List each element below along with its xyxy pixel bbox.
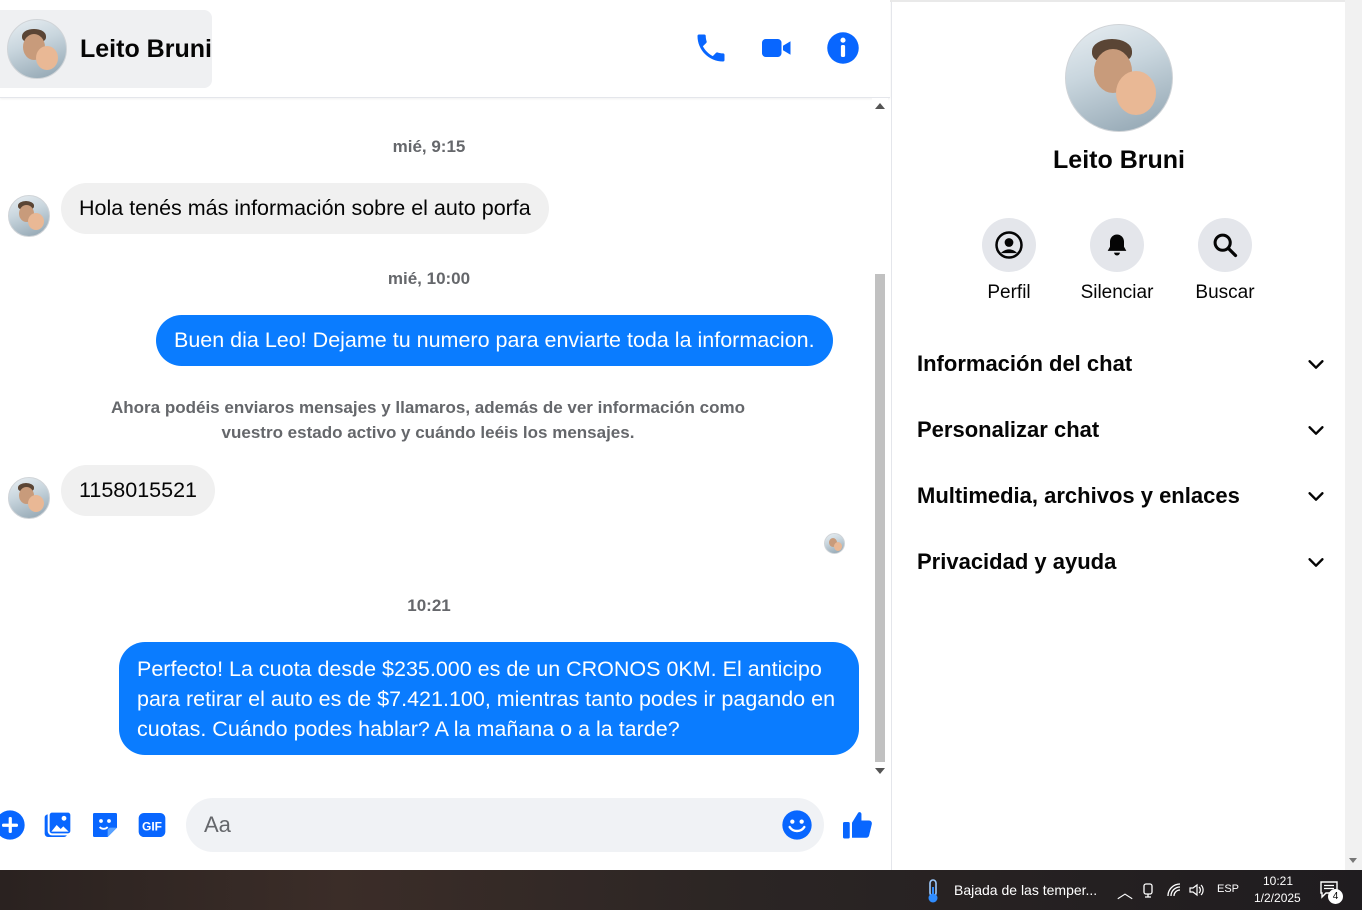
meet-icon[interactable] <box>1142 882 1156 898</box>
action-label: Perfil <box>987 282 1031 303</box>
clock-date[interactable]: 1/2/2025 <box>1254 891 1301 905</box>
search-icon <box>1213 233 1238 258</box>
section-privacy-help[interactable]: Privacidad y ayuda <box>917 542 1327 582</box>
phone-icon[interactable] <box>693 30 729 66</box>
outgoing-message[interactable]: Perfecto! La cuota desde $235.000 es de … <box>119 642 859 755</box>
mute-button[interactable]: Silenciar <box>1057 218 1177 304</box>
taskbar: Bajada de las temper... ︿ ESP 10:21 1/2/… <box>0 870 1362 910</box>
video-icon[interactable] <box>759 30 795 66</box>
composer: GIF <box>0 785 890 870</box>
notification-badge: 4 <box>1328 889 1343 904</box>
chevron-down-icon <box>1308 426 1324 435</box>
section-title: Información del chat <box>917 351 1133 376</box>
page-scrollbar[interactable] <box>1345 0 1362 870</box>
section-title: Personalizar chat <box>917 417 1100 442</box>
system-note: Ahora podéis enviaros mensajes y llamaro… <box>111 398 745 442</box>
message-input[interactable] <box>186 798 824 852</box>
message-list[interactable]: mié, 9:15 Hola tenés más información sob… <box>0 98 870 780</box>
chevron-down-icon <box>1308 558 1324 567</box>
gif-icon[interactable]: GIF <box>136 809 168 841</box>
language-indicator[interactable]: ESP <box>1217 883 1239 895</box>
thermometer-icon[interactable] <box>924 878 942 904</box>
chevron-down-icon <box>1308 492 1324 501</box>
svg-text:GIF: GIF <box>142 819 162 833</box>
volume-icon[interactable] <box>1188 882 1206 898</box>
plus-icon[interactable] <box>0 809 26 841</box>
section-customize-chat[interactable]: Personalizar chat <box>917 410 1327 450</box>
action-label: Silenciar <box>1080 282 1154 303</box>
chat-details-panel: Leito Bruni Perfil Silenciar Buscar Info… <box>891 2 1346 870</box>
weather-text[interactable]: Bajada de las temper... <box>954 882 1097 898</box>
scrollbar[interactable] <box>872 98 888 780</box>
avatar <box>8 195 50 237</box>
avatar[interactable] <box>7 19 67 79</box>
bell-icon <box>1107 234 1127 256</box>
contact-chip[interactable]: Leito Bruni <box>0 10 212 88</box>
chevron-up-icon[interactable]: ︿ <box>1117 879 1133 903</box>
section-chat-info[interactable]: Información del chat <box>917 344 1327 384</box>
incoming-message[interactable]: Hola tenés más información sobre el auto… <box>61 183 549 234</box>
outgoing-message[interactable]: Buen dia Leo! Dejame tu numero para envi… <box>156 315 833 366</box>
sticker-icon[interactable] <box>89 809 121 841</box>
info-icon[interactable] <box>825 30 861 66</box>
action-label: Buscar <box>1195 282 1255 303</box>
profile-button[interactable]: Perfil <box>949 218 1069 304</box>
contact-name[interactable]: Leito Bruni <box>80 35 212 64</box>
scroll-thumb[interactable] <box>875 274 885 762</box>
scroll-down-icon[interactable] <box>1349 858 1357 863</box>
image-icon[interactable] <box>42 809 74 841</box>
timestamp: mié, 9:15 <box>392 137 466 156</box>
emoji-icon[interactable] <box>781 809 813 841</box>
chat-header: Leito Bruni <box>0 0 890 98</box>
scroll-down-icon[interactable] <box>875 768 885 774</box>
timestamp: mié, 10:00 <box>387 269 471 288</box>
like-icon[interactable] <box>840 807 876 843</box>
seen-avatar <box>824 533 845 554</box>
scroll-up-icon[interactable] <box>875 103 885 109</box>
wifi-icon[interactable] <box>1166 882 1182 898</box>
avatar[interactable] <box>1065 24 1173 132</box>
profile-icon <box>995 231 1023 259</box>
section-media-files-links[interactable]: Multimedia, archivos y enlaces <box>917 476 1327 516</box>
search-button[interactable]: Buscar <box>1165 218 1285 304</box>
clock-time[interactable]: 10:21 <box>1263 874 1293 888</box>
contact-name: Leito Bruni <box>1053 146 1185 174</box>
timestamp: 10:21 <box>407 596 451 615</box>
incoming-message[interactable]: 1158015521 <box>61 465 215 516</box>
section-title: Privacidad y ayuda <box>917 549 1117 574</box>
section-title: Multimedia, archivos y enlaces <box>917 483 1240 508</box>
chevron-down-icon <box>1308 360 1324 369</box>
avatar <box>8 477 50 519</box>
